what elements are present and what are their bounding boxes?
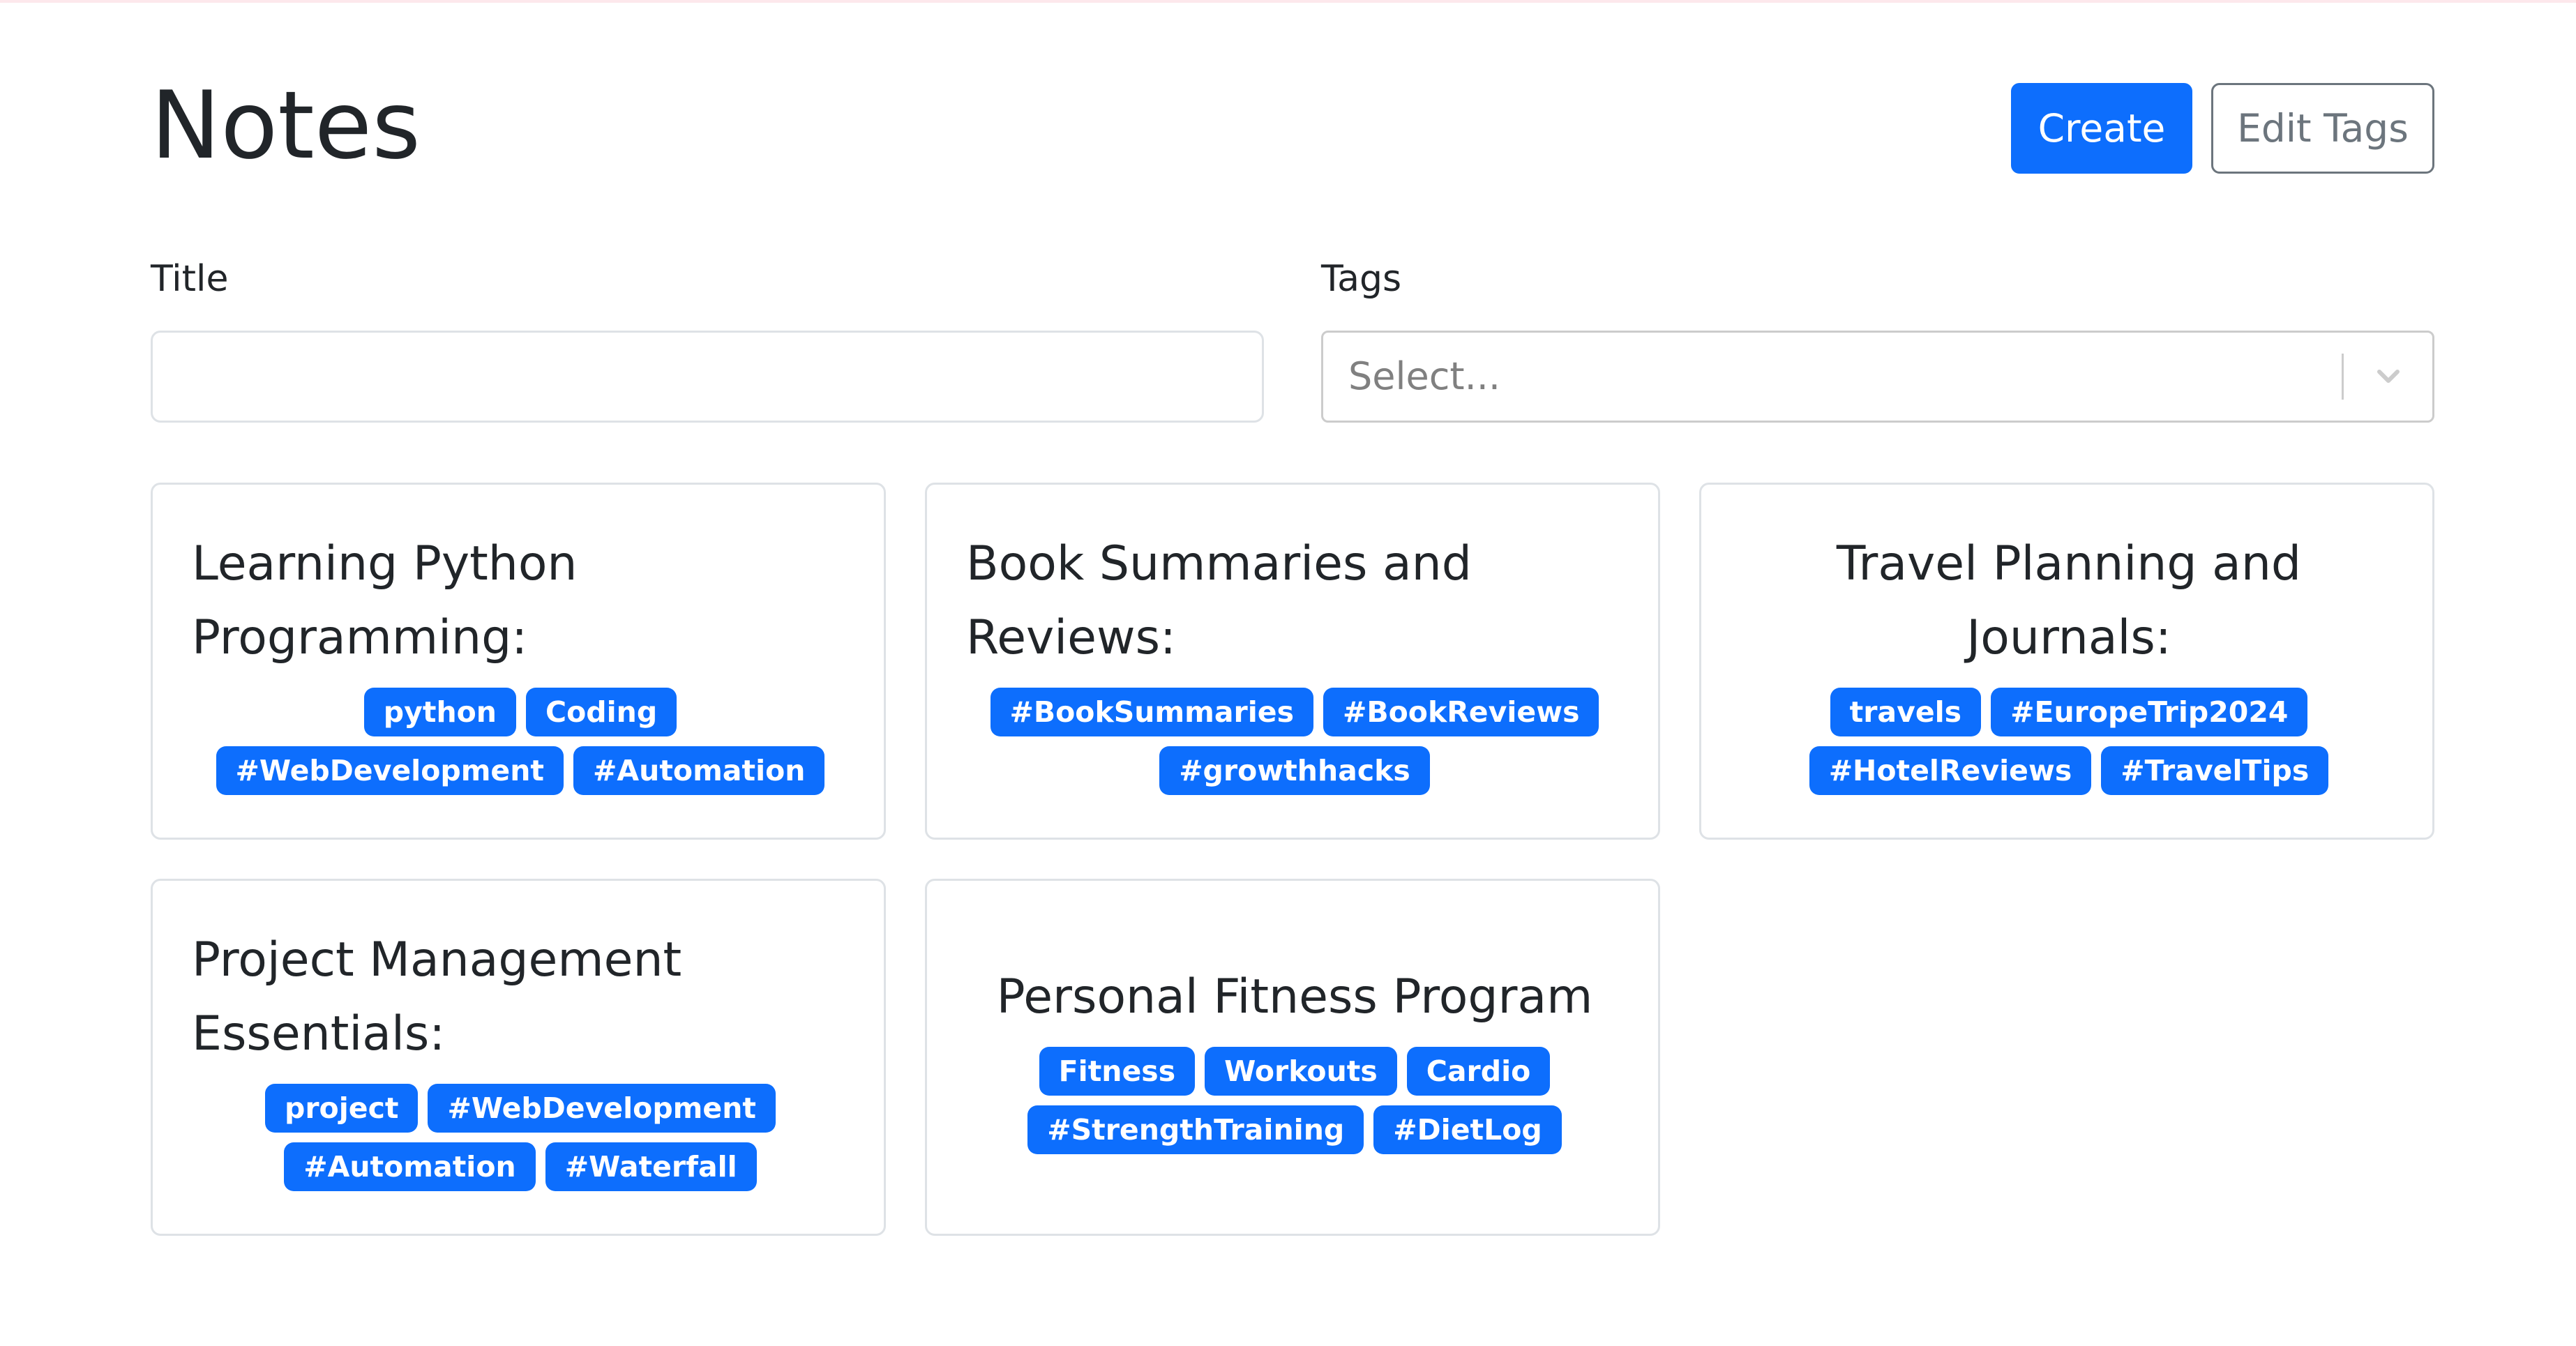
page-title: Notes [151,71,421,180]
tags-select[interactable]: Select... [1321,331,2434,423]
notes-page: Notes Create Edit Tags Title Tags Select… [151,0,2434,1346]
note-title: Book Summaries and Reviews: [966,536,1472,665]
tag-badge: #EuropeTrip2024 [1991,688,2308,736]
tag-badge: #HotelReviews [1809,746,2092,795]
tag-badge: #BookReviews [1323,688,1599,736]
tag-badge: #DietLog [1373,1105,1562,1154]
tag-badge: #TravelTips [2101,746,2329,795]
note-tags: python Coding #WebDevelopment #Automatio… [192,688,849,795]
tags-filter-group: Tags Select... [1321,251,2434,425]
note-tags: travels #EuropeTrip2024 #HotelReviews #T… [1740,688,2397,795]
note-title: Project Management Essentials: [192,932,682,1061]
note-card-body: Personal Fitness Program Fitness Workout… [966,881,1623,1234]
tags-label: Tags [1321,258,1402,300]
tag-badge: travels [1830,688,1982,736]
note-card[interactable]: Book Summaries and Reviews: #BookSummari… [925,483,1660,840]
tag-badge: Cardio [1406,1047,1551,1096]
tag-badge: #growthhacks [1159,746,1430,795]
tag-badge: #BookSummaries [990,688,1314,736]
tag-badge: Coding [526,688,677,736]
tag-badge: #WebDevelopment [216,746,564,795]
note-card-body: Project Management Essentials: project #… [192,881,849,1234]
note-title: Travel Planning and Journals: [1836,536,2302,665]
tag-badge: project [264,1084,419,1133]
tag-badge: #Automation [284,1142,536,1191]
note-tags: project #WebDevelopment #Automation #Wat… [192,1084,849,1191]
tag-badge: python [363,688,516,736]
tag-badge: Workouts [1205,1047,1397,1096]
tag-badge: #Automation [573,746,825,795]
filter-form: Title Tags Select... [151,251,2434,425]
tag-badge: #StrengthTraining [1027,1105,1364,1154]
note-card-body: Learning Python Programming: python Codi… [192,485,849,838]
note-card-body: Book Summaries and Reviews: #BookSummari… [966,485,1623,838]
note-card[interactable]: Learning Python Programming: python Codi… [151,483,886,840]
note-title: Learning Python Programming: [192,536,578,665]
tag-badge: Fitness [1039,1047,1196,1096]
create-button[interactable]: Create [2011,83,2192,174]
select-indicator-separator [2342,354,2344,400]
chevron-down-icon[interactable] [2365,354,2411,400]
note-card[interactable]: Travel Planning and Journals: travels #E… [1699,483,2434,840]
tag-badge: #Waterfall [545,1142,757,1191]
tag-badge: #WebDevelopment [428,1084,776,1133]
note-card[interactable]: Personal Fitness Program Fitness Workout… [925,879,1660,1236]
title-filter-group: Title [151,251,1264,425]
page-header: Notes Create Edit Tags [151,70,2434,181]
title-label: Title [151,258,229,300]
tags-select-placeholder: Select... [1348,354,1501,398]
note-title: Personal Fitness Program [996,969,1593,1024]
title-input[interactable] [151,331,1264,423]
note-tags: Fitness Workouts Cardio #StrengthTrainin… [966,1047,1623,1154]
note-card-body: Travel Planning and Journals: travels #E… [1740,485,2397,838]
note-tags: #BookSummaries #BookReviews #growthhacks [966,688,1623,795]
edit-tags-button[interactable]: Edit Tags [2211,83,2434,174]
note-card[interactable]: Project Management Essentials: project #… [151,879,886,1236]
